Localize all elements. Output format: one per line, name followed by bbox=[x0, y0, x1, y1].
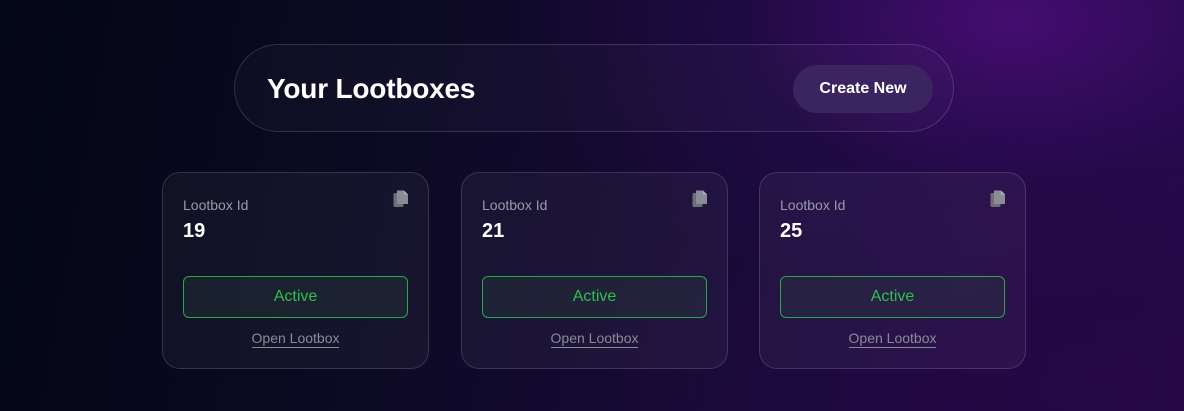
lootbox-card: Lootbox Id 21 Active Open Lootbox bbox=[461, 172, 728, 369]
lootboxes-header: Your Lootboxes Create New bbox=[234, 44, 954, 132]
status-active-button[interactable]: Active bbox=[780, 276, 1005, 318]
copy-icon[interactable] bbox=[990, 190, 1006, 208]
copy-icon[interactable] bbox=[393, 190, 409, 208]
open-lootbox-link[interactable]: Open Lootbox bbox=[550, 330, 639, 348]
status-active-button[interactable]: Active bbox=[482, 276, 707, 318]
lootbox-card: Lootbox Id 25 Active Open Lootbox bbox=[759, 172, 1026, 369]
page-title: Your Lootboxes bbox=[267, 73, 476, 104]
lootbox-card: Lootbox Id 19 Active Open Lootbox bbox=[162, 172, 429, 369]
copy-icon[interactable] bbox=[692, 190, 708, 208]
lootbox-id-value: 25 bbox=[780, 220, 803, 242]
lootbox-id-label: Lootbox Id bbox=[780, 197, 846, 213]
status-active-button[interactable]: Active bbox=[183, 276, 408, 318]
open-lootbox-link[interactable]: Open Lootbox bbox=[848, 330, 937, 348]
create-new-button[interactable]: Create New bbox=[793, 65, 933, 113]
lootbox-id-value: 21 bbox=[482, 220, 505, 242]
open-lootbox-link[interactable]: Open Lootbox bbox=[251, 330, 340, 348]
lootbox-id-value: 19 bbox=[183, 220, 206, 242]
lootbox-id-label: Lootbox Id bbox=[482, 197, 548, 213]
lootbox-id-label: Lootbox Id bbox=[183, 197, 249, 213]
